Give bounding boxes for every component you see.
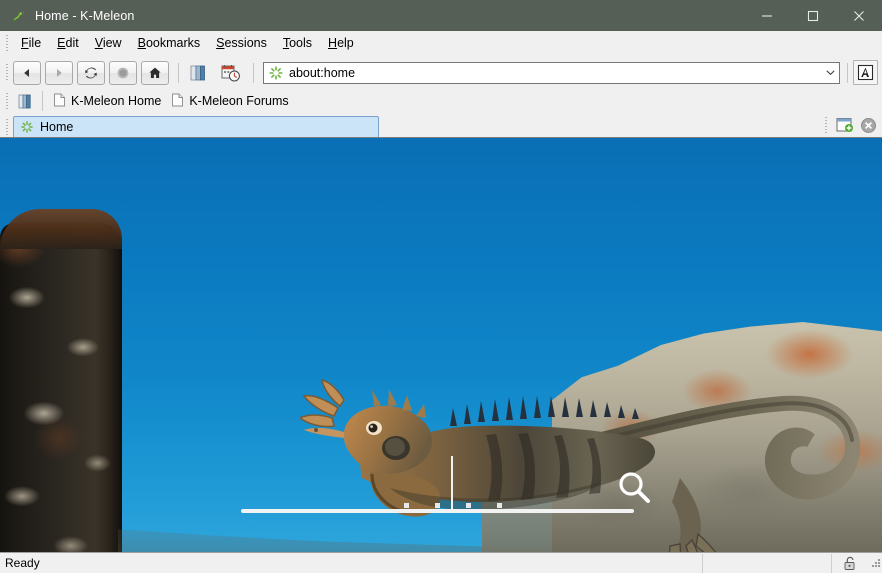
toolbar-separator bbox=[178, 63, 179, 83]
bookmark-label: K-Meleon Home bbox=[71, 94, 161, 108]
toolbar-separator-2 bbox=[253, 63, 254, 83]
status-bar: Ready bbox=[0, 552, 882, 573]
close-button[interactable] bbox=[836, 0, 882, 31]
menu-sessions[interactable]: Sessions bbox=[208, 33, 275, 53]
stop-button[interactable] bbox=[109, 61, 137, 85]
iguana-photo-subject bbox=[300, 370, 860, 552]
bookmarks-folder-icon[interactable] bbox=[13, 93, 37, 110]
menu-view[interactable]: View bbox=[87, 33, 130, 53]
reload-button[interactable] bbox=[77, 61, 105, 85]
minimize-button[interactable] bbox=[744, 0, 790, 31]
address-value[interactable]: about:home bbox=[289, 66, 821, 80]
menu-bookmarks[interactable]: Bookmarks bbox=[130, 33, 209, 53]
magnifier-icon[interactable] bbox=[616, 470, 652, 506]
tab-bar-actions bbox=[822, 115, 878, 135]
kmeleon-sun-icon bbox=[20, 120, 34, 134]
tab-label: Home bbox=[40, 120, 73, 134]
image-slider-handle[interactable] bbox=[451, 456, 453, 511]
window-controls bbox=[744, 0, 882, 31]
maximize-button[interactable] bbox=[790, 0, 836, 31]
address-bar[interactable]: about:home bbox=[263, 62, 840, 84]
tab-home[interactable]: Home bbox=[13, 116, 379, 137]
slider-tick bbox=[404, 503, 409, 508]
menubar-grip[interactable] bbox=[3, 34, 11, 53]
navigation-toolbar: about:home bbox=[0, 55, 882, 90]
bookmarksbar-grip[interactable] bbox=[3, 92, 11, 111]
bookmarks-toolbar: K-Meleon Home K-Meleon Forums bbox=[0, 90, 882, 112]
bookmarks-separator bbox=[42, 91, 43, 111]
slider-tick bbox=[497, 503, 502, 508]
menu-help[interactable]: Help bbox=[320, 33, 362, 53]
title-bar: Home - K-Meleon bbox=[0, 0, 882, 31]
window-title: Home - K-Meleon bbox=[35, 9, 134, 23]
menu-tools[interactable]: Tools bbox=[275, 33, 320, 53]
resize-grip-icon[interactable] bbox=[868, 557, 882, 570]
slider-tick bbox=[466, 503, 471, 508]
page-content[interactable] bbox=[0, 137, 882, 552]
rock-left bbox=[0, 223, 122, 552]
bookmark-kmeleon-forums[interactable]: K-Meleon Forums bbox=[166, 92, 293, 111]
back-button[interactable] bbox=[13, 61, 41, 85]
browser-window: Home - K-Meleon File Edit View Bookmarks… bbox=[0, 0, 882, 573]
page-icon bbox=[53, 93, 66, 110]
status-message: Ready bbox=[0, 556, 702, 570]
page-icon bbox=[171, 93, 184, 110]
slider-tick bbox=[435, 503, 440, 508]
tab-bar: Home bbox=[0, 112, 882, 137]
tab-actions-grip[interactable] bbox=[822, 116, 830, 135]
toolbar-separator-3 bbox=[847, 63, 848, 83]
throbber-button[interactable] bbox=[853, 60, 878, 85]
new-tab-button[interactable] bbox=[835, 115, 855, 135]
bookmarks-button[interactable] bbox=[184, 61, 212, 85]
forward-button[interactable] bbox=[45, 61, 73, 85]
close-tab-button[interactable] bbox=[858, 115, 878, 135]
status-panel bbox=[703, 554, 831, 573]
bookmark-kmeleon-home[interactable]: K-Meleon Home bbox=[48, 92, 166, 111]
navbar-grip[interactable] bbox=[3, 63, 11, 82]
unlocked-padlock-icon[interactable] bbox=[832, 556, 868, 571]
image-slider-track[interactable] bbox=[241, 509, 634, 513]
menu-edit[interactable]: Edit bbox=[49, 33, 87, 53]
tabbar-grip[interactable] bbox=[3, 118, 11, 137]
menu-file[interactable]: File bbox=[13, 33, 49, 53]
home-button[interactable] bbox=[141, 61, 169, 85]
history-button[interactable] bbox=[216, 61, 244, 85]
app-gecko-icon bbox=[11, 8, 27, 24]
menu-bar: File Edit View Bookmarks Sessions Tools … bbox=[0, 31, 882, 55]
kmeleon-sun-icon bbox=[268, 65, 284, 81]
chevron-down-icon[interactable] bbox=[821, 67, 839, 78]
bookmark-label: K-Meleon Forums bbox=[189, 94, 288, 108]
